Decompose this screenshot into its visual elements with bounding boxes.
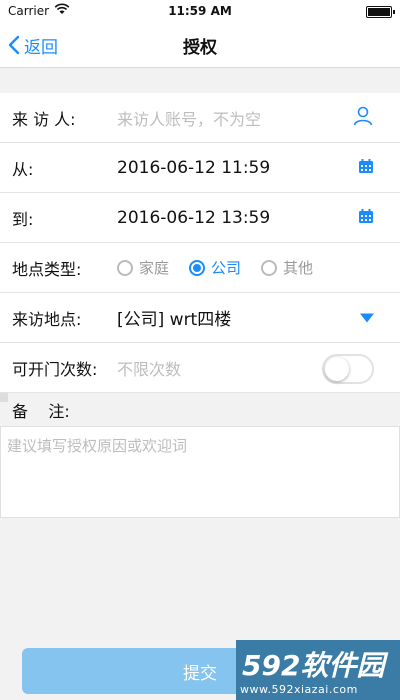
location-type-row: 地点类型: 家庭 公司 其他 [0,243,400,293]
section-spacer [0,68,400,93]
radio-circle-selected-icon [189,259,206,276]
visitor-input[interactable]: 来访人账号，不为空 [117,106,261,130]
from-row[interactable]: 从: 2016-06-12 11:59 [0,143,400,193]
page-title: 授权 [183,38,217,58]
remark-marker [0,393,8,402]
radio-circle-icon [117,259,133,276]
door-count-input[interactable]: 不限次数 [117,356,181,380]
dropdown-triangle-icon[interactable] [360,308,374,327]
remark-placeholder: 建议填写授权原因或欢迎词 [7,437,188,455]
remark-header: 备 注: [0,393,400,426]
door-count-toggle[interactable] [322,354,374,384]
radio-home-label: 家庭 [139,259,170,277]
location-label: 来访地点: [12,309,82,329]
status-time: 11:59 AM [168,4,232,18]
visitor-row[interactable]: 来 访 人: 来访人账号，不为空 [0,93,400,143]
status-bar: Carrier 11:59 AM [0,0,400,22]
watermark-brand: 592软件园 [242,649,385,682]
door-count-row: 可开门次数: 不限次数 [0,343,400,393]
toggle-knob [325,357,349,381]
radio-company-label: 公司 [211,259,242,277]
calendar-icon[interactable] [358,158,374,178]
location-type-radio-group: 家庭 公司 其他 [117,257,333,278]
remark-label: 备 注: [12,401,70,421]
watermark-url: www.592xiazai.com [240,683,358,696]
radio-other-label: 其他 [283,259,314,277]
battery-icon [366,6,395,18]
from-label: 从: [12,159,34,179]
location-select[interactable]: [公司] wrt四楼 [117,305,231,330]
to-label: 到: [12,209,34,229]
location-type-label: 地点类型: [12,259,82,279]
to-row[interactable]: 到: 2016-06-12 13:59 [0,193,400,243]
remark-textarea[interactable]: 建议填写授权原因或欢迎词 [0,426,400,518]
radio-circle-icon [261,259,278,276]
watermark-logo: 592软件园 www.592xiazai.com [236,640,400,700]
radio-other[interactable]: 其他 [261,257,313,278]
calendar-icon[interactable] [358,208,374,228]
navigation-bar: 返回 授权 [0,22,400,68]
from-datetime[interactable]: 2016-06-12 11:59 [117,158,270,178]
visitor-label: 来 访 人: [12,109,76,129]
radio-company[interactable]: 公司 [189,257,241,278]
authorization-form: 来 访 人: 来访人账号，不为空 从: 2016-06-12 11:59 到: … [0,93,400,518]
door-count-label: 可开门次数: [12,359,98,379]
radio-home[interactable]: 家庭 [117,257,169,278]
to-datetime[interactable]: 2016-06-12 13:59 [117,208,270,228]
location-row[interactable]: 来访地点: [公司] wrt四楼 [0,293,400,343]
person-icon[interactable] [352,105,374,131]
